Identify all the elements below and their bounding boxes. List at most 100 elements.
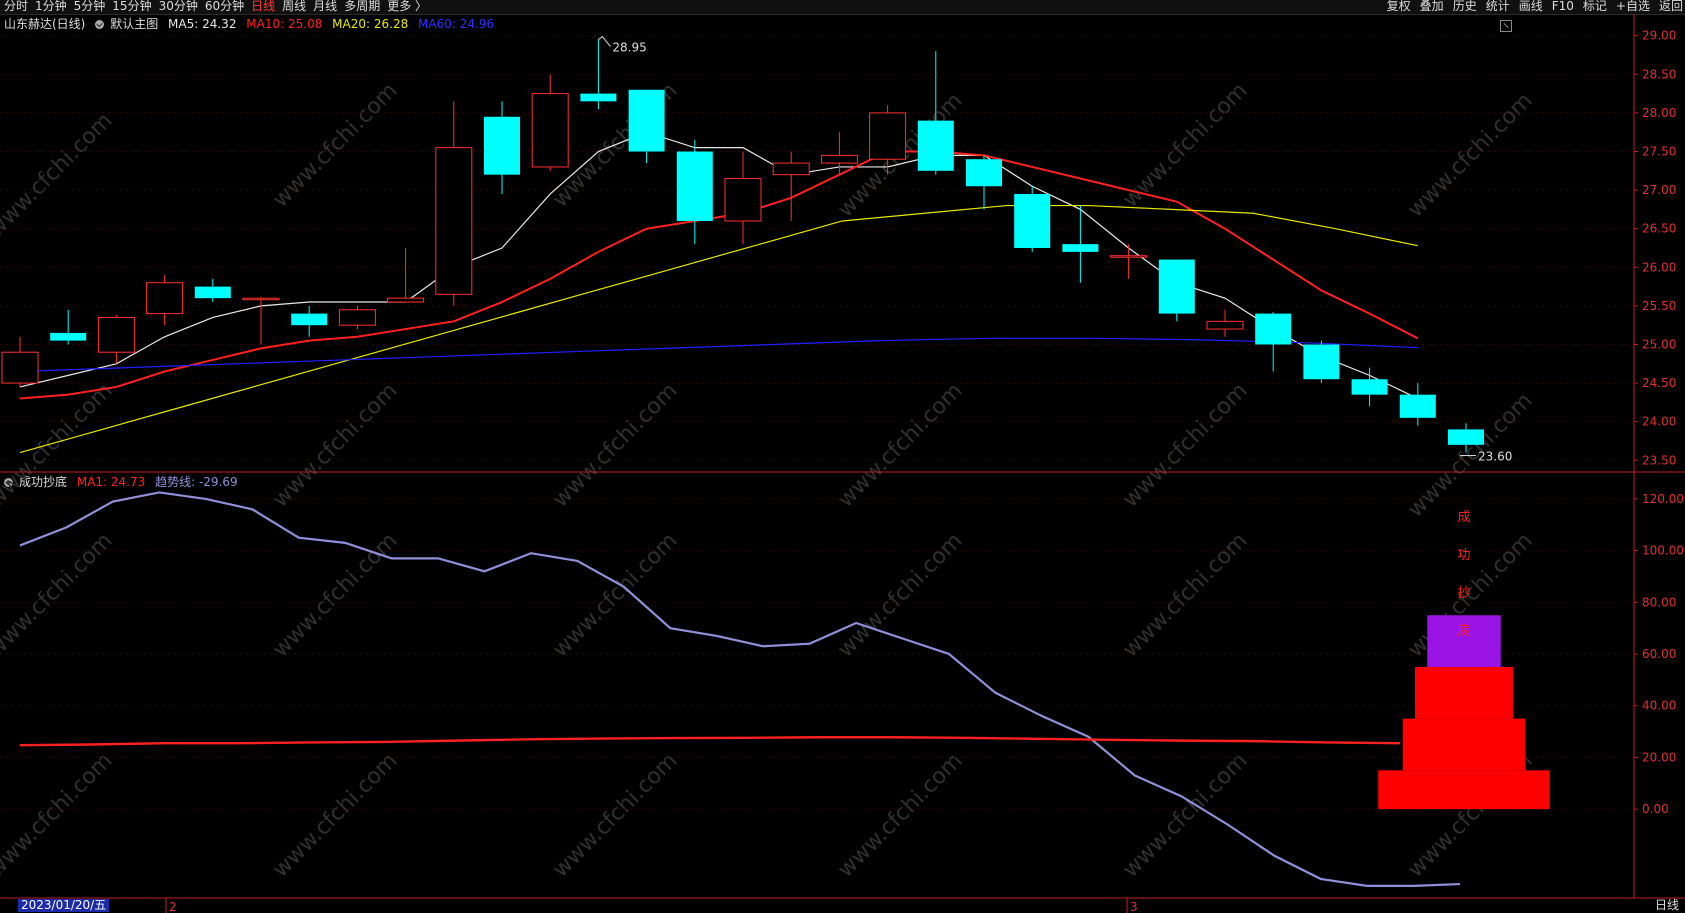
candle-body [531, 93, 569, 168]
y-tick-label: 26.00 [1642, 260, 1676, 274]
candle-body [966, 159, 1002, 187]
watermark-text: www.cfchi.com [833, 528, 967, 662]
candle [338, 305, 376, 330]
candle-body [1110, 255, 1148, 258]
signal-bar [1415, 666, 1513, 719]
candle [1255, 312, 1292, 372]
y-tick-label: 29.00 [1642, 29, 1676, 43]
candle [580, 39, 617, 110]
y-tick-label: 0.00 [1642, 802, 1669, 816]
month-label: 2 [169, 900, 177, 913]
watermark-text: www.cfchi.com [833, 748, 967, 882]
candle-body [1062, 244, 1099, 252]
ma-line-ma5 [19, 131, 1419, 400]
watermark-layer: www.cfchi.com www.cfchi.com www.cfchi.com w… [0, 78, 1538, 882]
candle-body [1, 351, 39, 384]
y-tick-label: 40.00 [1642, 699, 1676, 713]
candle-body [1448, 429, 1484, 445]
month-label: 3 [1130, 900, 1138, 913]
candle [772, 151, 810, 221]
candle [1110, 244, 1148, 279]
candle-body [820, 154, 858, 164]
y-tick-label: 27.00 [1642, 183, 1676, 197]
candle [484, 101, 520, 194]
y-tick-label: 20.00 [1642, 750, 1676, 764]
chart-window: { "toolbar": { "left_items": ["分时","1分钟"… [0, 0, 1685, 913]
candle [1399, 383, 1436, 426]
watermark-text: www.cfchi.com [268, 748, 402, 882]
candle-body [1206, 320, 1244, 330]
candle [724, 151, 762, 245]
candle-body [772, 162, 810, 176]
candle-body [387, 297, 425, 303]
watermark-text: www.cfchi.com [1118, 748, 1252, 882]
watermark-text: www.cfchi.com [0, 378, 118, 512]
signal-label-char: 抄 [1457, 586, 1470, 601]
candle [966, 155, 1002, 210]
candle-body [291, 313, 328, 326]
candle-body [724, 178, 762, 222]
signal-bar [1427, 615, 1501, 667]
candle [1014, 186, 1051, 252]
watermark-text: www.cfchi.com [0, 528, 118, 662]
y-tick-label: 26.50 [1642, 222, 1676, 236]
candle-body [435, 147, 473, 295]
candle-body [97, 316, 135, 353]
y-tick-label: 100.00 [1642, 544, 1684, 558]
candle-body [1158, 259, 1195, 314]
candle-body [1399, 394, 1436, 418]
price-annotation: 28.95 [612, 41, 646, 55]
candle-body [917, 120, 954, 171]
watermark-text: www.cfchi.com [1118, 378, 1252, 512]
candle [676, 139, 713, 245]
signal-bar [1378, 770, 1550, 810]
watermark-text: www.cfchi.com [0, 748, 118, 882]
y-tick-label: 24.00 [1642, 415, 1676, 429]
candle [1351, 367, 1388, 407]
watermark-text: www.cfchi.com [1118, 528, 1252, 662]
candle-body [194, 286, 231, 299]
y-tick-label: 120.00 [1642, 492, 1684, 506]
candle [435, 101, 473, 306]
candle [194, 278, 231, 303]
watermark-text: www.cfchi.com [1403, 88, 1537, 222]
signal-label-char: 功 [1457, 548, 1470, 563]
watermark-text: www.cfchi.com [548, 378, 682, 512]
y-tick-label: 80.00 [1642, 595, 1676, 609]
indicator-line-ma1 [19, 736, 1401, 747]
watermark-text: www.cfchi.com [833, 378, 967, 512]
candle [387, 248, 425, 303]
price-marker [598, 35, 611, 47]
candle-body [1255, 313, 1292, 345]
period-indicator[interactable]: 日线 [1655, 899, 1679, 912]
candle-body [1014, 193, 1051, 248]
candle [531, 74, 569, 171]
candle-body [484, 116, 520, 175]
candle-body [628, 89, 665, 152]
candle [628, 89, 665, 164]
y-tick-label: 60.00 [1642, 647, 1676, 661]
signal-label-char: 底 [1457, 623, 1470, 639]
y-tick-label: 25.50 [1642, 299, 1676, 313]
y-tick-label: 27.50 [1642, 145, 1676, 159]
candle-body [50, 332, 87, 341]
candle-body [676, 151, 713, 221]
y-tick-label: 24.50 [1642, 376, 1676, 390]
y-tick-label: 25.00 [1642, 337, 1676, 351]
watermark-text: www.cfchi.com [268, 528, 402, 662]
signal-label-char: 成 [1457, 510, 1470, 525]
y-tick-label: 23.50 [1642, 453, 1676, 467]
y-tick-label: 28.00 [1642, 106, 1676, 120]
candle-body [242, 297, 280, 301]
watermark-text: www.cfchi.com [0, 108, 118, 242]
watermark-text: www.cfchi.com [268, 78, 402, 212]
candle-body [580, 93, 617, 102]
watermark-text: www.cfchi.com [548, 748, 682, 882]
candle-body [338, 309, 376, 326]
candle [291, 305, 328, 337]
candle [1062, 205, 1099, 283]
candle [1158, 259, 1195, 322]
candle [242, 296, 280, 345]
ma-line-ma10 [19, 150, 1419, 400]
candle-body [146, 282, 184, 315]
